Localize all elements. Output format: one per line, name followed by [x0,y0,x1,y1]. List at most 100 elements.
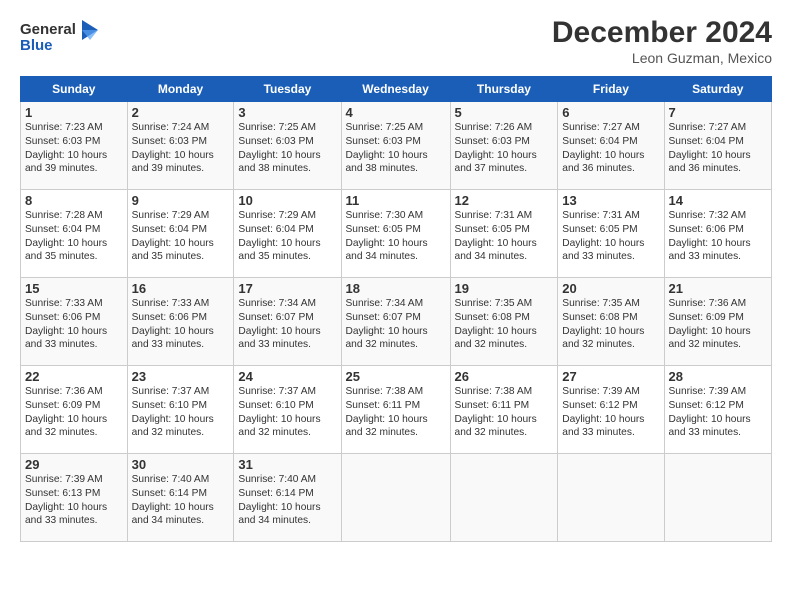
day-info: Sunrise: 7:27 AM Sunset: 6:04 PM Dayligh… [669,121,768,176]
calendar-cell: 29Sunrise: 7:39 AM Sunset: 6:13 PM Dayli… [21,454,128,542]
day-info: Sunrise: 7:39 AM Sunset: 6:12 PM Dayligh… [669,385,768,440]
calendar-cell: 21Sunrise: 7:36 AM Sunset: 6:09 PM Dayli… [664,278,772,366]
calendar-cell: 28Sunrise: 7:39 AM Sunset: 6:12 PM Dayli… [664,366,772,454]
day-number: 27 [562,369,659,384]
subtitle: Leon Guzman, Mexico [552,50,772,66]
calendar-cell: 14Sunrise: 7:32 AM Sunset: 6:06 PM Dayli… [664,190,772,278]
day-info: Sunrise: 7:23 AM Sunset: 6:03 PM Dayligh… [25,121,123,176]
day-number: 23 [132,369,230,384]
day-number: 19 [455,281,554,296]
day-info: Sunrise: 7:30 AM Sunset: 6:05 PM Dayligh… [346,209,446,264]
calendar-cell: 31Sunrise: 7:40 AM Sunset: 6:14 PM Dayli… [234,454,341,542]
day-info: Sunrise: 7:35 AM Sunset: 6:08 PM Dayligh… [562,297,659,352]
day-info: Sunrise: 7:25 AM Sunset: 6:03 PM Dayligh… [238,121,336,176]
calendar-cell: 7Sunrise: 7:27 AM Sunset: 6:04 PM Daylig… [664,102,772,190]
day-header-friday: Friday [558,77,664,102]
header: General Blue December 2024 Leon Guzman, … [20,16,772,66]
day-number: 29 [25,457,123,472]
day-header-saturday: Saturday [664,77,772,102]
day-number: 22 [25,369,123,384]
day-number: 12 [455,193,554,208]
logo-svg: General Blue [20,16,100,60]
calendar-table: SundayMondayTuesdayWednesdayThursdayFrid… [20,76,772,542]
day-number: 11 [346,193,446,208]
day-info: Sunrise: 7:39 AM Sunset: 6:13 PM Dayligh… [25,473,123,528]
day-number: 7 [669,105,768,120]
calendar-cell: 4Sunrise: 7:25 AM Sunset: 6:03 PM Daylig… [341,102,450,190]
calendar-cell: 20Sunrise: 7:35 AM Sunset: 6:08 PM Dayli… [558,278,664,366]
day-info: Sunrise: 7:26 AM Sunset: 6:03 PM Dayligh… [455,121,554,176]
calendar-cell: 30Sunrise: 7:40 AM Sunset: 6:14 PM Dayli… [127,454,234,542]
day-header-monday: Monday [127,77,234,102]
day-number: 31 [238,457,336,472]
day-info: Sunrise: 7:37 AM Sunset: 6:10 PM Dayligh… [238,385,336,440]
calendar-cell: 18Sunrise: 7:34 AM Sunset: 6:07 PM Dayli… [341,278,450,366]
day-info: Sunrise: 7:38 AM Sunset: 6:11 PM Dayligh… [346,385,446,440]
day-header-sunday: Sunday [21,77,128,102]
day-number: 13 [562,193,659,208]
calendar-header-row: SundayMondayTuesdayWednesdayThursdayFrid… [21,77,772,102]
calendar-cell: 23Sunrise: 7:37 AM Sunset: 6:10 PM Dayli… [127,366,234,454]
day-number: 10 [238,193,336,208]
calendar-week-row: 1Sunrise: 7:23 AM Sunset: 6:03 PM Daylig… [21,102,772,190]
calendar-cell [341,454,450,542]
calendar-cell: 12Sunrise: 7:31 AM Sunset: 6:05 PM Dayli… [450,190,558,278]
logo: General Blue [20,16,100,65]
calendar-cell [664,454,772,542]
day-info: Sunrise: 7:24 AM Sunset: 6:03 PM Dayligh… [132,121,230,176]
day-info: Sunrise: 7:40 AM Sunset: 6:14 PM Dayligh… [132,473,230,528]
day-info: Sunrise: 7:40 AM Sunset: 6:14 PM Dayligh… [238,473,336,528]
calendar-cell: 27Sunrise: 7:39 AM Sunset: 6:12 PM Dayli… [558,366,664,454]
calendar-cell: 16Sunrise: 7:33 AM Sunset: 6:06 PM Dayli… [127,278,234,366]
day-number: 16 [132,281,230,296]
day-number: 5 [455,105,554,120]
calendar-cell [450,454,558,542]
day-number: 4 [346,105,446,120]
day-number: 25 [346,369,446,384]
main-title: December 2024 [552,16,772,50]
day-info: Sunrise: 7:31 AM Sunset: 6:05 PM Dayligh… [562,209,659,264]
calendar-cell: 11Sunrise: 7:30 AM Sunset: 6:05 PM Dayli… [341,190,450,278]
day-info: Sunrise: 7:38 AM Sunset: 6:11 PM Dayligh… [455,385,554,440]
day-info: Sunrise: 7:36 AM Sunset: 6:09 PM Dayligh… [25,385,123,440]
day-header-thursday: Thursday [450,77,558,102]
calendar-week-row: 8Sunrise: 7:28 AM Sunset: 6:04 PM Daylig… [21,190,772,278]
page: General Blue December 2024 Leon Guzman, … [0,0,792,612]
day-number: 28 [669,369,768,384]
day-number: 3 [238,105,336,120]
day-info: Sunrise: 7:29 AM Sunset: 6:04 PM Dayligh… [238,209,336,264]
calendar-week-row: 15Sunrise: 7:33 AM Sunset: 6:06 PM Dayli… [21,278,772,366]
calendar-cell: 17Sunrise: 7:34 AM Sunset: 6:07 PM Dayli… [234,278,341,366]
calendar-cell: 3Sunrise: 7:25 AM Sunset: 6:03 PM Daylig… [234,102,341,190]
svg-text:Blue: Blue [20,37,53,54]
calendar-cell: 2Sunrise: 7:24 AM Sunset: 6:03 PM Daylig… [127,102,234,190]
day-info: Sunrise: 7:25 AM Sunset: 6:03 PM Dayligh… [346,121,446,176]
day-number: 14 [669,193,768,208]
day-number: 18 [346,281,446,296]
day-number: 21 [669,281,768,296]
day-info: Sunrise: 7:35 AM Sunset: 6:08 PM Dayligh… [455,297,554,352]
day-number: 20 [562,281,659,296]
svg-text:General: General [20,21,76,38]
logo-area: General Blue [20,16,100,65]
calendar-cell: 15Sunrise: 7:33 AM Sunset: 6:06 PM Dayli… [21,278,128,366]
day-number: 17 [238,281,336,296]
day-info: Sunrise: 7:32 AM Sunset: 6:06 PM Dayligh… [669,209,768,264]
calendar-week-row: 29Sunrise: 7:39 AM Sunset: 6:13 PM Dayli… [21,454,772,542]
calendar-cell: 13Sunrise: 7:31 AM Sunset: 6:05 PM Dayli… [558,190,664,278]
day-header-tuesday: Tuesday [234,77,341,102]
calendar-cell: 26Sunrise: 7:38 AM Sunset: 6:11 PM Dayli… [450,366,558,454]
calendar-cell: 5Sunrise: 7:26 AM Sunset: 6:03 PM Daylig… [450,102,558,190]
calendar-cell: 24Sunrise: 7:37 AM Sunset: 6:10 PM Dayli… [234,366,341,454]
calendar-cell: 6Sunrise: 7:27 AM Sunset: 6:04 PM Daylig… [558,102,664,190]
calendar-week-row: 22Sunrise: 7:36 AM Sunset: 6:09 PM Dayli… [21,366,772,454]
day-number: 26 [455,369,554,384]
day-info: Sunrise: 7:33 AM Sunset: 6:06 PM Dayligh… [25,297,123,352]
day-info: Sunrise: 7:37 AM Sunset: 6:10 PM Dayligh… [132,385,230,440]
day-number: 6 [562,105,659,120]
day-header-wednesday: Wednesday [341,77,450,102]
calendar-cell: 25Sunrise: 7:38 AM Sunset: 6:11 PM Dayli… [341,366,450,454]
calendar-cell: 19Sunrise: 7:35 AM Sunset: 6:08 PM Dayli… [450,278,558,366]
day-info: Sunrise: 7:36 AM Sunset: 6:09 PM Dayligh… [669,297,768,352]
day-number: 9 [132,193,230,208]
